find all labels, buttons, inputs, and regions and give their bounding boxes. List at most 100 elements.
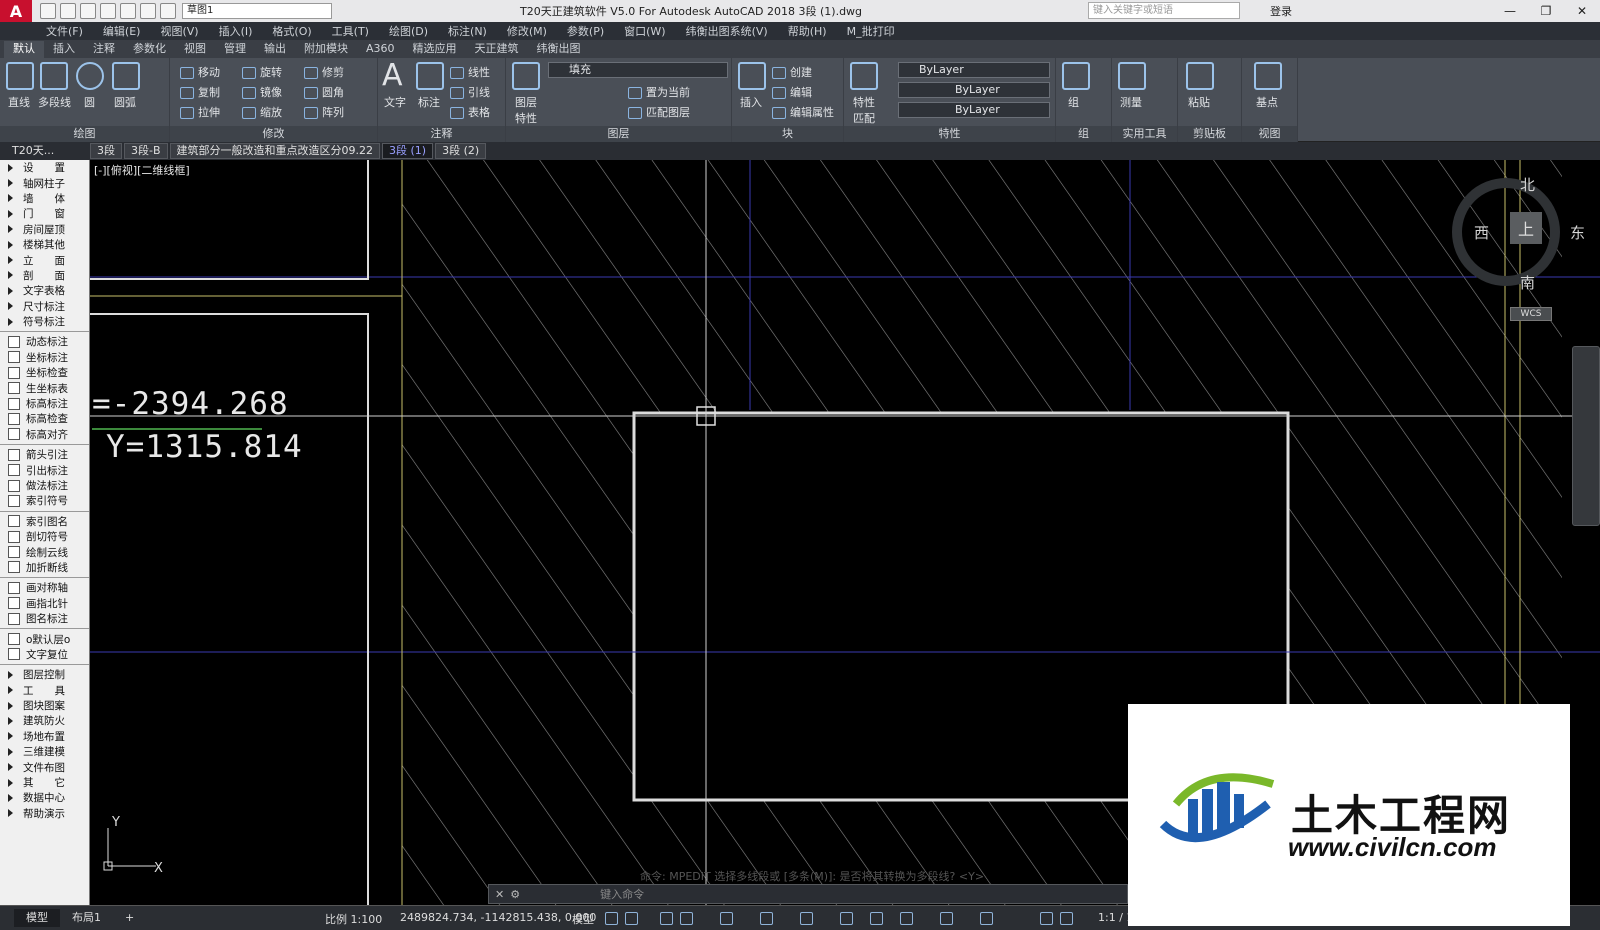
model-tab[interactable]: 模型: [14, 909, 60, 927]
annotation-monitor-icon[interactable]: [980, 912, 993, 925]
menu-item[interactable]: 文件(F): [46, 23, 83, 39]
palette-item[interactable]: 剖切符号: [0, 529, 89, 544]
text-icon[interactable]: A: [382, 58, 403, 93]
login-button[interactable]: 登录: [1270, 3, 1292, 19]
ribbon-tab[interactable]: 管理: [215, 41, 255, 58]
viewport-controls[interactable]: [-][俯视][二维线框]: [94, 162, 190, 178]
base-point-button[interactable]: 基点: [1256, 94, 1278, 110]
autocad-logo-icon[interactable]: A: [0, 0, 32, 22]
scale-button[interactable]: 缩放: [242, 104, 282, 120]
paste-icon[interactable]: [1186, 62, 1214, 90]
trim-button[interactable]: 修剪: [304, 64, 344, 80]
file-tab[interactable]: 3段: [90, 143, 122, 159]
scale-indicator[interactable]: 比例 1:100: [325, 911, 382, 927]
annotation-panel-title[interactable]: 注释: [378, 126, 505, 142]
text-button[interactable]: 文字: [384, 94, 406, 110]
match-properties-button[interactable]: 特性匹配: [850, 94, 878, 126]
menu-item[interactable]: 修改(M): [507, 23, 547, 39]
edit-block-button[interactable]: 编辑: [772, 84, 812, 100]
palette-item[interactable]: 箭头引注: [0, 447, 89, 462]
menu-item[interactable]: 编辑(E): [103, 23, 141, 39]
lineweight-icon[interactable]: [840, 912, 853, 925]
menu-item[interactable]: 纬衡出图系统(V): [686, 23, 768, 39]
ribbon-tab[interactable]: 视图: [175, 41, 215, 58]
command-line[interactable]: ✕ ⚙ 键入命令: [488, 884, 1128, 904]
arc-icon[interactable]: [112, 62, 140, 90]
dimension-icon[interactable]: [416, 62, 444, 90]
selection-cycling-icon[interactable]: [900, 912, 913, 925]
palette-item[interactable]: 加折断线: [0, 560, 89, 575]
menu-item[interactable]: 插入(I): [219, 23, 253, 39]
table-button[interactable]: 表格: [450, 104, 490, 120]
viewcube-south[interactable]: 南: [1520, 272, 1535, 293]
palette-item[interactable]: 坐标检查: [0, 365, 89, 380]
copy-button[interactable]: 复制: [180, 84, 220, 100]
palette-item[interactable]: 画指北针: [0, 596, 89, 611]
viewcube-east[interactable]: 东: [1570, 222, 1585, 243]
maximize-icon[interactable]: ❐: [1528, 0, 1564, 22]
menu-item[interactable]: 帮助(H): [788, 23, 827, 39]
linetype-dropdown[interactable]: ByLayer: [898, 82, 1050, 98]
palette-item[interactable]: 文字复位: [0, 647, 89, 662]
groups-panel-title[interactable]: 组: [1056, 126, 1111, 142]
paste-button[interactable]: 粘贴: [1188, 94, 1210, 110]
mirror-button[interactable]: 镜像: [242, 84, 282, 100]
fillet-button[interactable]: 圆角: [304, 84, 344, 100]
undo-icon[interactable]: [140, 3, 156, 19]
palette-item[interactable]: 房间屋顶: [0, 222, 89, 237]
group-icon[interactable]: [1062, 62, 1090, 90]
menu-item[interactable]: 绘图(D): [389, 23, 428, 39]
menu-item[interactable]: M_批打印: [847, 23, 895, 39]
create-block-button[interactable]: 创建: [772, 64, 812, 80]
close-icon[interactable]: ✕: [1564, 0, 1600, 22]
model-space-button[interactable]: 模型: [572, 911, 594, 927]
palette-item[interactable]: 坐标标注: [0, 350, 89, 365]
set-current-button[interactable]: 置为当前: [628, 84, 690, 100]
palette-item[interactable]: 绘制云线: [0, 544, 89, 559]
save-as-icon[interactable]: [100, 3, 116, 19]
base-point-icon[interactable]: [1254, 62, 1282, 90]
layout1-tab[interactable]: 布局1: [60, 909, 113, 927]
3d-osnap-icon[interactable]: [940, 912, 953, 925]
insert-block-icon[interactable]: [738, 62, 766, 90]
line-button[interactable]: 直线: [8, 94, 30, 110]
viewcube-ring[interactable]: [1452, 178, 1560, 286]
dynamic-ucs-icon[interactable]: [800, 912, 813, 925]
otrack-icon[interactable]: [760, 912, 773, 925]
utilities-panel-title[interactable]: 实用工具: [1112, 126, 1177, 142]
move-button[interactable]: 移动: [180, 64, 220, 80]
menu-item[interactable]: 参数(P): [567, 23, 604, 39]
color-dropdown[interactable]: ByLayer: [898, 62, 1050, 78]
new-file-icon[interactable]: [40, 3, 56, 19]
palette-item[interactable]: 图块图案: [0, 698, 89, 713]
palette-item[interactable]: 墙 体: [0, 191, 89, 206]
ribbon-tab[interactable]: 输出: [255, 41, 295, 58]
modify-panel-title[interactable]: 修改: [170, 126, 377, 142]
palette-item[interactable]: 场地布置: [0, 729, 89, 744]
ribbon-tab[interactable]: 默认: [4, 41, 44, 58]
ribbon-tab[interactable]: 插入: [44, 41, 84, 58]
polyline-button[interactable]: 多段线: [38, 94, 71, 110]
palette-item[interactable]: 文件布图: [0, 759, 89, 774]
palette-item[interactable]: 动态标注: [0, 334, 89, 349]
ribbon-tab[interactable]: A360: [357, 41, 404, 58]
ribbon-tab[interactable]: 附加模块: [295, 41, 357, 58]
customize-icon[interactable]: ⚙: [510, 888, 520, 901]
arc-button[interactable]: 圆弧: [114, 94, 136, 110]
search-input[interactable]: 键入关键字或短语: [1088, 2, 1240, 19]
palette-item[interactable]: 索引符号: [0, 493, 89, 508]
palette-item[interactable]: 尺寸标注: [0, 299, 89, 314]
measure-icon[interactable]: [1118, 62, 1146, 90]
palette-item[interactable]: 画对称轴: [0, 580, 89, 595]
palette-item[interactable]: 建筑防火: [0, 713, 89, 728]
layer-properties-icon[interactable]: [512, 62, 540, 90]
match-layer-button[interactable]: 匹配图层: [628, 104, 690, 120]
menu-item[interactable]: 标注(N): [448, 23, 487, 39]
layer-properties-button[interactable]: 图层特性: [512, 94, 540, 126]
clipboard-panel-title[interactable]: 剪贴板: [1178, 126, 1241, 142]
viewcube-west[interactable]: 西: [1474, 222, 1489, 243]
palette-item[interactable]: 标高检查: [0, 411, 89, 426]
wcs-menu[interactable]: WCS: [1510, 307, 1552, 321]
palette-item[interactable]: 数据中心: [0, 790, 89, 805]
array-button[interactable]: 阵列: [304, 104, 344, 120]
